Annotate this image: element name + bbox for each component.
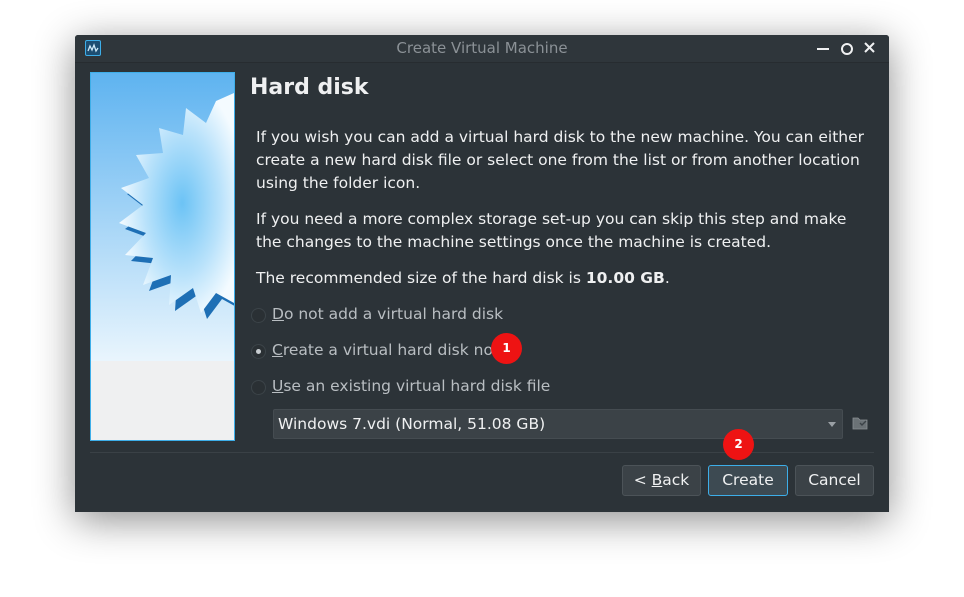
recommended-prefix: The recommended size of the hard disk is	[256, 269, 586, 287]
storage-paragraph: If you need a more complex storage set-u…	[256, 210, 847, 251]
chevron-down-icon	[828, 422, 836, 427]
radio-label: Do not add a virtual hard disk	[272, 305, 504, 323]
recommended-size-value: 10.00 GB	[585, 269, 665, 287]
window-title: Create Virtual Machine	[396, 39, 568, 57]
back-button[interactable]: < Back	[622, 465, 701, 496]
radio-label: Use an existing virtual hard disk file	[272, 377, 551, 395]
maximize-icon[interactable]	[837, 38, 855, 58]
radio-button[interactable]	[251, 308, 266, 323]
cancel-button[interactable]: Cancel	[795, 465, 874, 496]
step-marker-1: 1	[491, 333, 522, 364]
create-button[interactable]: Create	[708, 465, 788, 496]
recommended-suffix: .	[664, 269, 670, 287]
create-vm-dialog: Create Virtual Machine Hard disk If you …	[75, 35, 889, 512]
recommended-size-text: The recommended size of the hard disk is…	[256, 267, 866, 290]
separator	[90, 452, 874, 453]
page-title: Hard disk	[250, 75, 369, 100]
existing-disk-select[interactable]: Windows 7.vdi (Normal, 51.08 GB)	[273, 409, 843, 439]
radio-label: Create a virtual hard disk now	[272, 341, 506, 359]
step-marker-2: 2	[723, 429, 754, 460]
radio-button[interactable]	[251, 380, 266, 395]
intro-paragraph: If you wish you can add a virtual hard d…	[256, 128, 865, 192]
title-bar[interactable]: Create Virtual Machine	[75, 35, 889, 63]
minimize-icon[interactable]	[814, 38, 832, 58]
selected-disk: Windows 7.vdi (Normal, 51.08 GB)	[278, 415, 546, 433]
close-icon[interactable]	[861, 38, 879, 58]
folder-icon[interactable]	[851, 414, 869, 432]
wizard-watermark-image	[90, 72, 235, 441]
radio-button[interactable]	[251, 344, 266, 359]
